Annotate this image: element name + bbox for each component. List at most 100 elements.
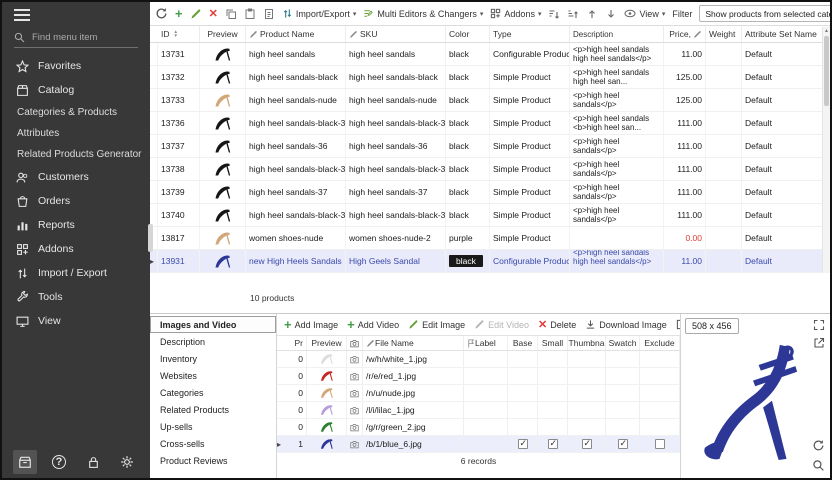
delete-image-button[interactable]: ✕Delete [538,320,576,330]
sidebar-item-addons[interactable]: Addons [2,237,150,261]
detail-tab[interactable]: Cross-sells [150,435,276,452]
column-header-thumbnail[interactable]: Thumbna [568,336,606,350]
help-icon[interactable]: ? [47,450,71,474]
small-checkbox[interactable] [548,439,558,449]
sidebar-search[interactable]: Find menu item [14,29,138,48]
image-row[interactable]: 0 /g/r/green_2.jpg [277,419,680,436]
thumbnail-checkbox[interactable] [582,439,592,449]
download-image-button[interactable]: Download Image [585,319,667,330]
column-header-preview[interactable]: Preview [200,26,246,42]
column-header-weight[interactable]: Weight [706,26,742,42]
lock-icon[interactable] [81,450,105,474]
sidebar-item-attributes[interactable]: Attributes [2,123,150,144]
column-header-product-name[interactable]: Product Name [246,26,346,42]
image-size-field[interactable]: 508 x 456 [685,318,739,334]
detail-tab[interactable]: Images and Video [150,316,276,333]
scroll-up-icon[interactable]: ▲ [823,27,830,35]
addons-menu[interactable]: Addons▾ [490,8,541,19]
table-row[interactable]: 13738 high heel sandals-black-37 high he… [150,158,830,181]
sidebar-item-orders[interactable]: Orders [2,189,150,213]
column-header-media-type[interactable] [347,336,363,350]
table-row[interactable]: 13733 high heel sandals-nude high heel s… [150,89,830,112]
table-row[interactable]: 13817 women shoes-nude women shoes-nude-… [150,227,830,250]
column-header-priority[interactable]: Pr [287,336,307,350]
duplicate-button[interactable] [263,8,275,20]
filter-select[interactable]: Show products from selected categories ▾ [699,5,832,22]
column-header-preview[interactable]: Preview [307,336,347,350]
sidebar-item-customers[interactable]: Customers [2,165,150,189]
column-header-color[interactable]: Color [446,26,490,42]
table-row[interactable]: 13931 new High Heels Sandals High Geels … [150,250,830,273]
column-header-small[interactable]: Small [538,336,568,350]
move-up-icon[interactable] [586,8,598,20]
sidebar-item-favorites[interactable]: Favorites [2,54,150,78]
paste-button[interactable] [244,8,256,20]
detail-tab[interactable]: Related Products [150,401,276,418]
sidebar-item-import-export[interactable]: Import / Export [2,261,150,285]
image-row[interactable]: 0 /n/u/nude.jpg [277,385,680,402]
base-checkbox[interactable] [518,439,528,449]
edit-product-button[interactable] [190,8,202,20]
table-row[interactable]: 13731 high heel sandals high heel sandal… [150,43,830,66]
image-row[interactable]: 0 /w/h/white_1.jpg [277,351,680,368]
column-header-swatch[interactable]: Swatch [606,336,640,350]
detail-tab[interactable]: Websites [150,367,276,384]
column-header-id[interactable]: ID ▲▼ [158,26,200,42]
sidebar-item-catalog[interactable]: Catalog [2,78,150,102]
edit-video-button[interactable]: Edit Video [474,319,529,330]
sort-ascending-icon[interactable] [548,8,560,20]
image-row[interactable]: 0 /r/e/red_1.jpg [277,368,680,385]
copy-button[interactable] [225,8,237,20]
gear-icon[interactable] [115,450,139,474]
add-image-button[interactable]: +Add Image [284,320,338,330]
column-header-type[interactable]: Type [490,26,570,42]
column-header-label[interactable]: Label [464,336,508,350]
cell-color: black [446,43,490,65]
table-row[interactable]: 13739 high heel sandals-37 high heel san… [150,181,830,204]
exclude-checkbox[interactable] [655,439,665,449]
table-row[interactable]: 13736 high heel sandals-black-36 high he… [150,112,830,135]
detail-tab[interactable]: Description [150,333,276,350]
column-header-base[interactable]: Base [508,336,538,350]
search-input[interactable]: Find menu item [32,32,97,43]
sidebar-item-categories-products[interactable]: Categories & Products [2,102,150,123]
column-header-file-name[interactable]: File Name [363,336,464,350]
table-row[interactable]: 13737 high heel sandals-36 high heel san… [150,135,830,158]
view-menu[interactable]: View▾ [624,9,665,19]
sidebar-item-view[interactable]: View [2,309,150,333]
swatch-checkbox[interactable] [618,439,628,449]
fullscreen-icon[interactable] [813,319,825,331]
add-product-button[interactable]: + [175,9,183,19]
edit-image-button[interactable]: Edit Image [408,319,465,330]
column-header-attribute-set[interactable]: Attribute Set Name [742,26,830,42]
menu-icon[interactable] [2,2,150,25]
sidebar-item-tools[interactable]: Tools [2,285,150,309]
panel-splitter[interactable] [148,224,153,252]
scrollbar-thumb[interactable] [824,36,829,106]
sidebar-item-related-products-generator[interactable]: Related Products Generator [2,144,150,165]
rotate-icon[interactable] [812,439,825,452]
detail-tab[interactable]: Inventory [150,350,276,367]
table-row[interactable]: 13740 high heel sandals-black-38 high he… [150,204,830,227]
sidebar-item-reports[interactable]: Reports [2,213,150,237]
image-row[interactable]: 0 /l/i/lilac_1.jpg [277,402,680,419]
column-header-price[interactable]: Price, [664,26,706,42]
image-row[interactable]: 1 /b/1/blue_6.jpg [277,436,680,453]
column-header-description[interactable]: Description [570,26,664,42]
column-header-exclude[interactable]: Exclude [640,336,680,350]
column-header-sku[interactable]: SKU [346,26,446,42]
add-video-button[interactable]: +Add Video [347,320,399,330]
zoom-icon[interactable] [812,459,825,472]
sort-descending-icon[interactable] [567,8,579,20]
detail-tab[interactable]: Product Reviews [150,452,276,469]
refresh-button[interactable] [155,7,168,20]
detail-tab[interactable]: Categories [150,384,276,401]
move-down-icon[interactable] [605,8,617,20]
delete-product-button[interactable]: ✕ [209,9,218,19]
table-row[interactable]: 13732 high heel sandals-black high heel … [150,66,830,89]
detail-tab[interactable]: Up-sells [150,418,276,435]
grid-scrollbar[interactable]: ▲ [822,27,830,273]
multi-editors-menu[interactable]: Multi Editors & Changers▾ [363,8,483,19]
import-export-menu[interactable]: Import/Export▾ [282,8,357,19]
store-icon[interactable] [13,450,37,474]
